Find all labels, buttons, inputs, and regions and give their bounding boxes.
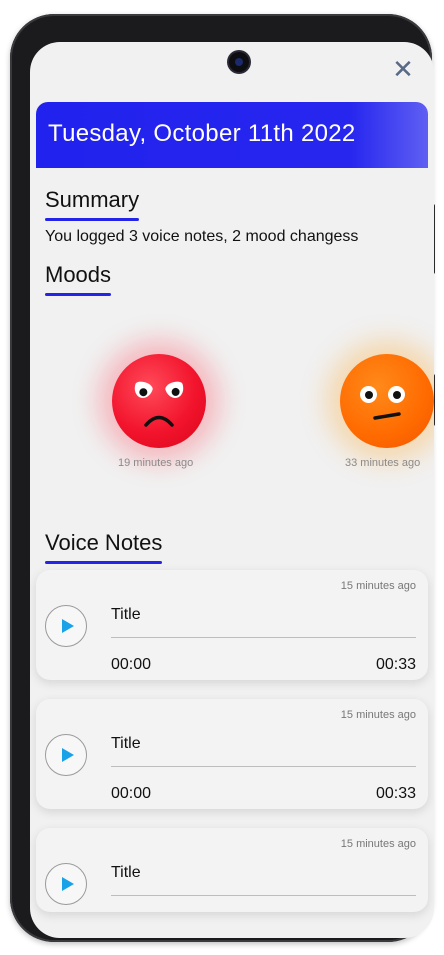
summary-text: You logged 3 voice notes, 2 mood changes…: [45, 228, 359, 245]
voice-note-title: Title: [111, 735, 141, 752]
angry-mood-icon[interactable]: [112, 354, 206, 448]
voice-note-title: Title: [111, 864, 141, 881]
voice-note-title: Title: [111, 606, 141, 623]
flat-mouth: [373, 412, 401, 420]
right-pupil: [170, 386, 181, 397]
play-button[interactable]: [45, 734, 87, 776]
current-time: 00:00: [111, 656, 152, 673]
moods-heading: Moods: [45, 262, 112, 296]
voice-notes-heading: Voice Notes: [45, 530, 163, 564]
play-button[interactable]: [45, 605, 87, 647]
duration: 00:33: [375, 656, 416, 673]
mood-time: 19 minutes ago: [118, 457, 194, 469]
duration: 00:33: [375, 785, 416, 802]
left-pupil: [138, 387, 149, 398]
close-icon[interactable]: ✕: [390, 56, 416, 82]
mood-time: 33 minutes ago: [345, 457, 421, 469]
voice-note-time: 15 minutes ago: [340, 838, 416, 850]
voice-note-time: 15 minutes ago: [340, 709, 416, 721]
neutral-mood-icon[interactable]: [340, 354, 434, 448]
phone-frame: ✕ Tuesday, October 11th 2022 Summary You…: [10, 14, 435, 942]
app-screen: ✕ Tuesday, October 11th 2022 Summary You…: [30, 42, 434, 938]
playback-track[interactable]: [111, 637, 416, 638]
playback-track[interactable]: [111, 766, 416, 767]
voice-note-time: 15 minutes ago: [340, 580, 416, 592]
front-camera-icon: [229, 52, 249, 72]
voice-note-card[interactable]: 15 minutes ago Title: [36, 828, 428, 912]
right-eye: [163, 379, 187, 401]
date-header: Tuesday, October 11th 2022: [36, 102, 428, 168]
right-eye: [388, 386, 405, 403]
date-title: Tuesday, October 11th 2022: [48, 120, 356, 147]
left-eye: [360, 386, 377, 403]
summary-heading: Summary: [45, 187, 140, 221]
voice-note-card[interactable]: 15 minutes ago Title 00:00 00:33: [36, 570, 428, 680]
frown-mouth: [144, 415, 174, 427]
current-time: 00:00: [111, 785, 152, 802]
left-pupil: [365, 391, 373, 399]
voice-note-card[interactable]: 15 minutes ago Title 00:00 00:33: [36, 699, 428, 809]
left-eye: [131, 379, 155, 401]
right-pupil: [393, 391, 401, 399]
playback-track[interactable]: [111, 895, 416, 896]
play-button[interactable]: [45, 863, 87, 905]
